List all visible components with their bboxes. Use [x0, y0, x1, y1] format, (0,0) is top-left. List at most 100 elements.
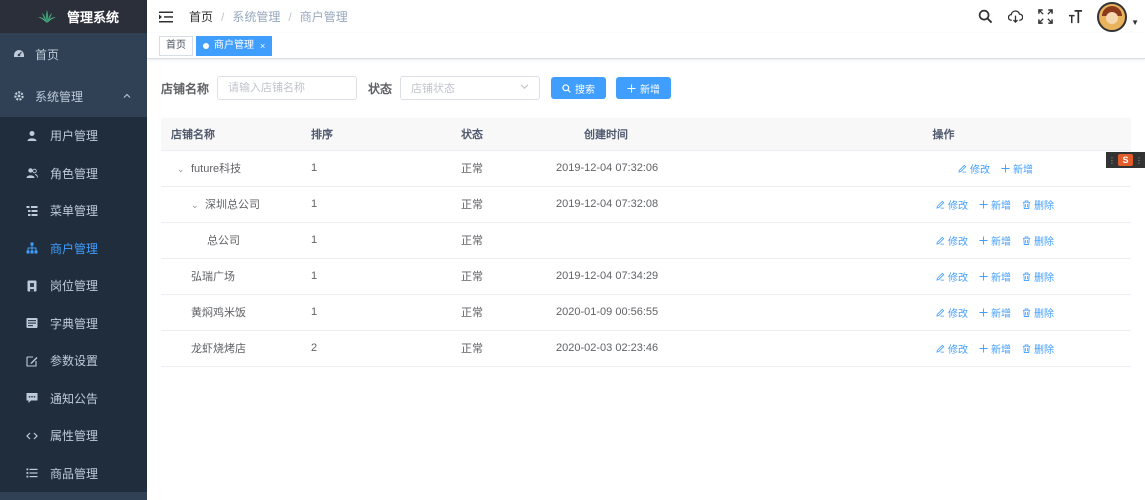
hamburger-icon[interactable]	[159, 11, 173, 23]
edit-button[interactable]: 修改	[936, 233, 968, 248]
search-button[interactable]: 搜索	[551, 77, 607, 99]
plus-icon	[627, 83, 636, 93]
sidebar-item-system[interactable]: 系统管理	[0, 75, 147, 117]
add-child-button[interactable]: 新增	[1001, 161, 1033, 176]
sidebar-item-attributes[interactable]: 属性管理	[0, 417, 147, 455]
action-label: 修改	[948, 272, 968, 284]
app-title: 管理系统	[67, 10, 120, 25]
edit-button[interactable]: 修改	[958, 161, 990, 176]
action-label: 修改	[948, 200, 968, 212]
add-child-button[interactable]: 新增	[979, 305, 1011, 320]
floating-widget[interactable]: ⋮ S ⋮	[1106, 152, 1145, 168]
sidebar-item-params[interactable]: 参数设置	[0, 342, 147, 380]
status-select[interactable]: 店铺状态	[400, 76, 541, 100]
cell-name-text: future科技	[191, 163, 242, 175]
chevron-up-icon	[123, 89, 131, 103]
expand-toggle-icon[interactable]: ⌄	[177, 164, 187, 175]
sidebar-item-label: 岗位管理	[50, 279, 99, 294]
table-row: ⌄ 深圳总公司 1 正常 2019-12-04 07:32:08 修改 新增 删除	[161, 186, 1131, 223]
more-icon[interactable]: ⋮	[1135, 156, 1143, 165]
sidebar-item-label: 用户管理	[50, 129, 99, 144]
cell-name-text: 总公司	[207, 235, 240, 247]
close-icon[interactable]: ×	[260, 37, 265, 55]
sidebar-item-label: 商品管理	[50, 466, 99, 481]
tag-merchants[interactable]: 商户管理 ×	[196, 35, 273, 56]
cloud-download-icon[interactable]	[1007, 9, 1023, 25]
cell-actions: 修改 新增 删除	[756, 186, 1131, 223]
caret-down-icon[interactable]: ▼	[1131, 18, 1139, 27]
edit-button[interactable]: 修改	[936, 197, 968, 212]
merchant-table: 店铺名称 排序 状态 创建时间 操作 ⌄ future科技 1 正常 2019-12-0…	[161, 118, 1131, 367]
table-row: ⌄ future科技 1 正常 2019-12-04 07:32:06 修改 新增	[161, 150, 1131, 187]
column-header-actions: 操作	[756, 118, 1131, 151]
gear-icon	[13, 90, 25, 102]
sidebar-item-menus[interactable]: 菜单管理	[0, 192, 147, 230]
add-child-button[interactable]: 新增	[979, 197, 1011, 212]
breadcrumb-home[interactable]: 首页	[189, 8, 213, 25]
logo[interactable]: 管理系统	[0, 0, 147, 33]
fullscreen-icon[interactable]	[1037, 9, 1053, 25]
post-icon	[26, 280, 38, 292]
action-label: 新增	[991, 272, 1011, 284]
edit-button[interactable]: 修改	[936, 341, 968, 356]
edit-icon	[936, 344, 948, 353]
sidebar-item-label: 字典管理	[50, 316, 99, 331]
plus-icon	[979, 235, 991, 245]
sidebar-item-label: 参数设置	[50, 354, 99, 369]
delete-button[interactable]: 删除	[1022, 341, 1054, 356]
peoples-icon	[26, 167, 38, 179]
cell-name: ⌄ future科技	[161, 150, 311, 187]
edit-button[interactable]: 修改	[936, 305, 968, 320]
sidebar-item-roles[interactable]: 角色管理	[0, 154, 147, 192]
search-icon[interactable]	[977, 9, 993, 25]
sidebar-item-products[interactable]: 商品管理	[0, 454, 147, 492]
store-name-input[interactable]	[217, 76, 358, 100]
cell-actions: 修改 新增 删除	[756, 330, 1131, 367]
add-child-button[interactable]: 新增	[979, 341, 1011, 356]
avatar[interactable]	[1097, 1, 1128, 32]
sidebar-item-merchants[interactable]: 商户管理	[0, 229, 147, 267]
cell-sort: 1	[311, 150, 461, 187]
cell-name-text: 弘瑞广场	[191, 271, 235, 283]
cell-name-text: 龙虾烧烤店	[191, 343, 246, 355]
delete-button[interactable]: 删除	[1022, 233, 1054, 248]
code-icon	[26, 430, 38, 442]
cell-name-text: 黄焖鸡米饭	[191, 307, 246, 319]
delete-button[interactable]: 删除	[1022, 269, 1054, 284]
sidebar-item-users[interactable]: 用户管理	[0, 117, 147, 155]
add-button[interactable]: 新增	[616, 77, 672, 99]
user-icon	[26, 130, 38, 142]
delete-button[interactable]: 删除	[1022, 305, 1054, 320]
trash-icon	[1022, 307, 1034, 317]
cell-sort: 1	[311, 294, 461, 331]
sidebar-item-label: 菜单管理	[50, 204, 99, 219]
expand-toggle-icon[interactable]: ⌄	[191, 200, 201, 211]
add-child-button[interactable]: 新增	[979, 233, 1011, 248]
sidebar: 管理系统 首页 系统管理 用户管理 角色管理 菜单管理 商户管理 岗位管理 字典…	[0, 0, 147, 500]
sidebar-item-dict[interactable]: 字典管理	[0, 304, 147, 342]
list-icon	[26, 467, 38, 479]
add-child-button[interactable]: 新增	[979, 269, 1011, 284]
tag-label: 商户管理	[214, 39, 254, 51]
trash-icon	[1022, 271, 1034, 281]
plus-icon	[979, 199, 991, 209]
breadcrumb-separator: /	[221, 9, 225, 24]
column-header-created: 创建时间	[556, 118, 756, 151]
sidebar-item-label: 角色管理	[50, 166, 99, 181]
column-header-name: 店铺名称	[161, 118, 311, 151]
sidebar-item-notices[interactable]: 通知公告	[0, 379, 147, 417]
tag-home[interactable]: 首页	[159, 35, 193, 56]
drag-handle-icon[interactable]: ⋮	[1108, 156, 1116, 165]
cell-status: 正常	[461, 150, 556, 187]
sidebar-item-label: 首页	[35, 47, 60, 62]
tree-table-icon	[26, 205, 38, 217]
edit-button[interactable]: 修改	[936, 269, 968, 284]
sidebar-item-home[interactable]: 首页	[0, 33, 147, 75]
column-header-sort: 排序	[311, 118, 461, 151]
cell-name: 总公司	[161, 222, 311, 259]
sidebar-item-label: 系统管理	[35, 89, 84, 104]
sidebar-item-posts[interactable]: 岗位管理	[0, 267, 147, 305]
search-button-label: 搜索	[575, 84, 596, 96]
delete-button[interactable]: 删除	[1022, 197, 1054, 212]
font-size-icon[interactable]	[1067, 9, 1083, 25]
